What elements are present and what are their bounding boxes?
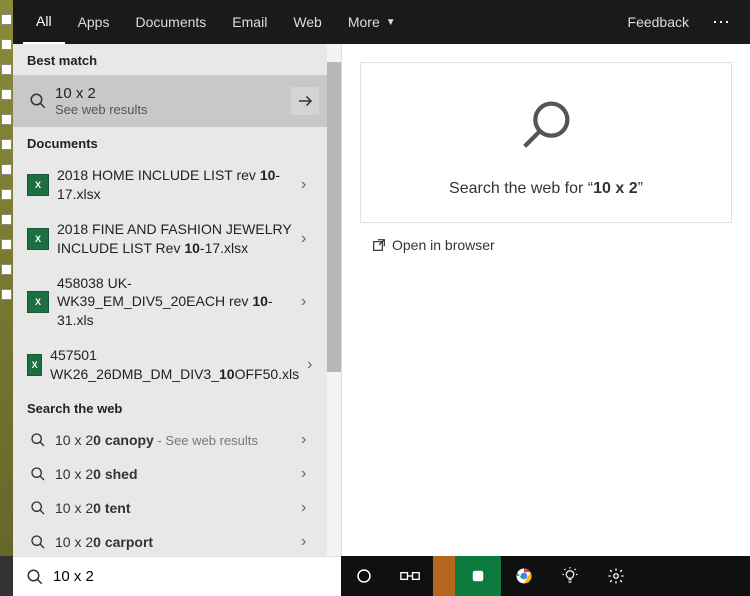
tab-more[interactable]: More ▼: [335, 0, 409, 44]
desktop-icon[interactable]: [1, 264, 12, 275]
web-result[interactable]: 10 x 20 canopy - See web results ›: [13, 423, 327, 457]
chevron-right-icon[interactable]: ›: [301, 230, 319, 248]
chevron-right-icon[interactable]: ›: [301, 176, 319, 194]
tips-icon[interactable]: [547, 556, 593, 596]
document-name: 2018 FINE AND FASHION JEWELRY INCLUDE LI…: [49, 220, 301, 258]
document-name: 458038 UK-WK39_EM_DIV5_20EACH rev 10-31.…: [49, 274, 301, 331]
preview-pane: Search the web for “10 x 2” Open in brow…: [341, 44, 750, 556]
search-icon: [27, 500, 49, 516]
web-result-text: 10 x 20 canopy - See web results: [49, 432, 301, 448]
chevron-right-icon[interactable]: ›: [301, 465, 319, 483]
chevron-right-icon[interactable]: ›: [301, 431, 319, 449]
preview-title: Search the web for “10 x 2”: [371, 180, 721, 198]
document-result[interactable]: X 2018 HOME INCLUDE LIST rev 10-17.xlsx …: [13, 158, 327, 212]
excel-icon: X: [27, 174, 49, 196]
desktop-icon[interactable]: [1, 189, 12, 200]
web-result[interactable]: 10 x 20 shed ›: [13, 457, 327, 491]
open-external-icon: [366, 237, 392, 253]
cortana-icon[interactable]: [341, 556, 387, 596]
excel-icon: X: [27, 228, 49, 250]
section-documents: Documents: [13, 127, 341, 158]
desktop-icon[interactable]: [1, 139, 12, 150]
search-icon: [23, 568, 47, 586]
document-result[interactable]: X 458038 UK-WK39_EM_DIV5_20EACH rev 10-3…: [13, 266, 327, 339]
chevron-right-icon[interactable]: ›: [301, 293, 319, 311]
web-result-text: 10 x 20 shed: [49, 466, 301, 482]
desktop-icon[interactable]: [1, 289, 12, 300]
chevron-right-icon[interactable]: ›: [301, 499, 319, 517]
web-result-text: 10 x 20 tent: [49, 500, 301, 516]
search-icon: [27, 92, 49, 110]
results-list: Best match 10 x 2 See web results Docume…: [13, 44, 341, 556]
web-result-text: 10 x 20 carport: [49, 534, 301, 550]
scrollbar[interactable]: [327, 44, 341, 556]
document-name: 2018 HOME INCLUDE LIST rev 10-17.xlsx: [49, 166, 301, 204]
desktop-icon[interactable]: [1, 89, 12, 100]
chevron-right-icon[interactable]: ›: [307, 356, 319, 374]
tab-more-label: More: [348, 14, 380, 30]
tab-all[interactable]: All: [23, 0, 65, 44]
desktop-icon[interactable]: [1, 114, 12, 125]
best-match-title: 10 x 2: [55, 85, 291, 102]
chevron-right-icon[interactable]: ›: [301, 533, 319, 551]
preview-card: Search the web for “10 x 2”: [360, 62, 732, 223]
tab-documents[interactable]: Documents: [122, 0, 219, 44]
desktop-icon[interactable]: [1, 64, 12, 75]
best-match-item[interactable]: 10 x 2 See web results: [13, 75, 327, 127]
search-input[interactable]: [47, 568, 331, 585]
section-search-web: Search the web: [13, 392, 341, 423]
search-panel: All Apps Documents Email Web More ▼ Feed…: [13, 0, 750, 556]
web-result[interactable]: 10 x 20 tent ›: [13, 491, 327, 525]
desktop-edge: [0, 0, 13, 556]
search-icon: [27, 534, 49, 550]
chrome-icon[interactable]: [501, 556, 547, 596]
search-icon: [27, 432, 49, 448]
excel-icon: X: [27, 354, 42, 376]
desktop-icon[interactable]: [1, 214, 12, 225]
tab-apps[interactable]: Apps: [65, 0, 123, 44]
settings-icon[interactable]: [593, 556, 639, 596]
more-options-button[interactable]: ⋯: [702, 12, 740, 33]
best-match-subtitle: See web results: [55, 102, 291, 117]
document-result[interactable]: X 457501 WK26_26DMB_DM_DIV3_10OFF50.xls …: [13, 338, 327, 392]
desktop-icon[interactable]: [1, 14, 12, 25]
tab-email[interactable]: Email: [219, 0, 280, 44]
section-best-match: Best match: [13, 44, 341, 75]
open-in-browser-label: Open in browser: [392, 237, 495, 253]
feedback-link[interactable]: Feedback: [615, 0, 702, 44]
chevron-down-icon: ▼: [386, 17, 396, 28]
search-icon: [514, 93, 578, 157]
document-name: 457501 WK26_26DMB_DM_DIV3_10OFF50.xls: [42, 346, 307, 384]
desktop-icon[interactable]: [1, 239, 12, 250]
scrollbar-thumb[interactable]: [327, 62, 341, 372]
filter-tabs: All Apps Documents Email Web More ▼ Feed…: [13, 0, 750, 44]
open-in-browser-button[interactable]: Open in browser: [360, 223, 732, 267]
search-bar[interactable]: [13, 556, 341, 596]
document-result[interactable]: X 2018 FINE AND FASHION JEWELRY INCLUDE …: [13, 212, 327, 266]
desktop-icon[interactable]: [1, 39, 12, 50]
taskbar: [341, 556, 750, 596]
taskbar-app[interactable]: [433, 556, 455, 596]
excel-icon: X: [27, 291, 49, 313]
web-result[interactable]: 10 x 20 carport ›: [13, 525, 327, 556]
task-view-icon[interactable]: [387, 556, 433, 596]
search-icon: [27, 466, 49, 482]
tab-web[interactable]: Web: [280, 0, 335, 44]
desktop-icon[interactable]: [1, 164, 12, 175]
taskbar-app-green[interactable]: [455, 556, 501, 596]
arrow-right-icon[interactable]: [291, 87, 319, 115]
